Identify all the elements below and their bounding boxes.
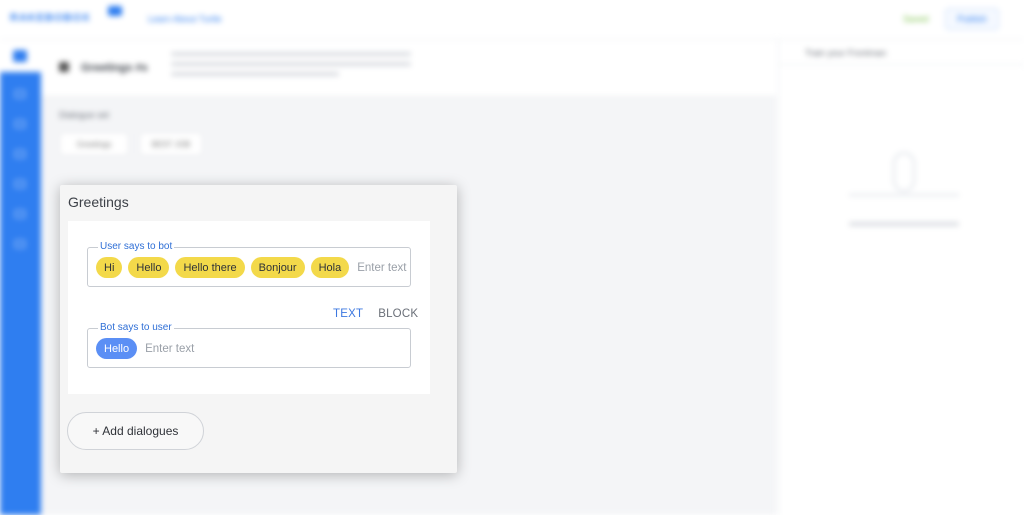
intent-bar: Greetings #s — [41, 40, 776, 97]
left-rail-active-panel — [0, 72, 41, 515]
project-selector[interactable]: Learn About Turtle — [148, 14, 222, 24]
bot-response-chip[interactable]: Hello — [96, 338, 138, 359]
user-phrase-chip[interactable]: Hola — [310, 257, 350, 278]
tab-text[interactable]: TEXT — [333, 308, 363, 320]
intent-description — [171, 52, 411, 86]
user-says-legend: User says to bot — [98, 241, 175, 253]
dialogue-set-chip[interactable]: BEST JOB — [139, 132, 203, 156]
user-phrase-chip[interactable]: Bonjour — [250, 257, 305, 278]
bot-says-input[interactable]: Enter text — [145, 343, 194, 355]
nav-icon-2[interactable] — [15, 120, 25, 128]
top-bar: RAKEBOBOX Learn About Turtle Saved Publi… — [0, 0, 1024, 40]
train-panel: Train your Frontman — [778, 40, 1024, 515]
empty-state-caption — [849, 222, 959, 226]
divider — [779, 64, 1024, 65]
bot-says-legend: Bot says to user — [98, 322, 174, 334]
dialogue-editor: User says to bot Hi Hello Hello there Bo… — [68, 221, 430, 394]
user-phrase-chip[interactable]: Hello there — [175, 257, 245, 278]
nav-icon-6[interactable] — [15, 240, 25, 248]
empty-state-illustration — [839, 130, 969, 210]
nav-icon-1[interactable] — [15, 90, 25, 98]
user-says-field[interactable]: User says to bot Hi Hello Hello there Bo… — [87, 241, 411, 287]
nav-icon-5[interactable] — [15, 210, 25, 218]
tab-block[interactable]: BLOCK — [378, 308, 418, 320]
dialogue-set-chip[interactable]: Greetings — [59, 132, 129, 156]
home-icon[interactable] — [13, 50, 27, 62]
response-mode-tabs: TEXT BLOCK — [333, 308, 433, 320]
nav-icon-3[interactable] — [15, 150, 25, 158]
dialogue-card-title: Greetings — [68, 194, 129, 210]
dialogue-set-label: Dialogue set — [59, 110, 110, 120]
intent-title: Greetings #s — [81, 62, 148, 74]
logo-chat-icon — [108, 6, 122, 16]
app-logo: RAKEBOBOX — [10, 12, 91, 24]
user-says-input[interactable]: Enter text — [357, 262, 406, 274]
saved-status: Saved — [903, 14, 929, 24]
user-says-chips: Hi Hello Hello there Bonjour Hola Enter … — [96, 257, 406, 278]
dialogue-card: Greetings User says to bot Hi Hello Hell… — [60, 185, 457, 473]
left-rail — [0, 40, 41, 515]
nav-icon-4[interactable] — [15, 180, 25, 188]
add-dialogues-button[interactable]: + Add dialogues — [67, 412, 204, 450]
publish-button[interactable]: Publish — [945, 8, 999, 30]
intent-icon — [59, 62, 69, 72]
train-panel-title: Train your Frontman — [805, 48, 887, 58]
bot-says-chips: Hello Enter text — [96, 338, 194, 359]
user-phrase-chip[interactable]: Hi — [96, 257, 123, 278]
bot-says-field[interactable]: Bot says to user Hello Enter text — [87, 322, 411, 368]
user-phrase-chip[interactable]: Hello — [128, 257, 170, 278]
